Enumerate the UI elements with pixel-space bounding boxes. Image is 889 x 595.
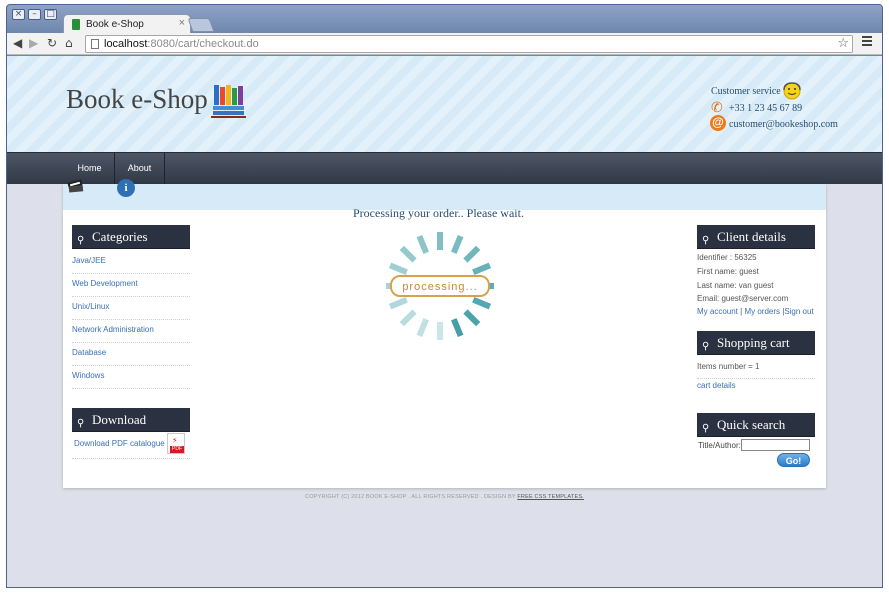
new-tab-button[interactable] bbox=[187, 18, 215, 32]
footer-copyright: COPYRIGHT (C) 2012 BOOK E-SHOP . ALL RIG… bbox=[305, 494, 518, 500]
category-item[interactable]: Windows bbox=[72, 366, 190, 389]
footer-design-link[interactable]: FREE CSS TEMPLATES. bbox=[517, 494, 584, 500]
customer-service-smiley-icon bbox=[783, 82, 801, 100]
my-orders-link[interactable]: My orders bbox=[744, 307, 780, 316]
processing-title: Processing your order.. Please wait. bbox=[353, 206, 524, 220]
shopping-cart-header: ⚲ Shopping cart bbox=[697, 331, 815, 355]
browser-tab[interactable]: Book e-Shop × bbox=[63, 14, 191, 34]
client-last-name: Last name: van guest bbox=[697, 281, 774, 290]
category-item[interactable]: Web Development bbox=[72, 274, 190, 297]
window-close-button[interactable]: × bbox=[12, 9, 25, 20]
spinner-spoke bbox=[472, 297, 492, 310]
spinner-spoke bbox=[399, 309, 417, 327]
category-item[interactable]: Unix/Linux bbox=[72, 297, 190, 320]
back-arrow-icon[interactable]: ◀ bbox=[13, 36, 22, 50]
cart-separator bbox=[697, 378, 815, 379]
main-nav: Home About bbox=[7, 152, 882, 185]
window-minimize-button[interactable]: – bbox=[28, 9, 41, 20]
spinner-spoke bbox=[472, 262, 492, 275]
customer-service-email: customer@bookeshop.com bbox=[729, 119, 838, 130]
bookmark-star-icon[interactable]: ☆ bbox=[837, 36, 849, 51]
books-logo-icon bbox=[211, 85, 246, 118]
spinner-spoke bbox=[416, 234, 429, 254]
about-info-icon: i bbox=[117, 179, 135, 197]
box-header-bullet-icon: ⚲ bbox=[702, 235, 710, 246]
my-account-link[interactable]: My account bbox=[697, 307, 738, 316]
page-icon bbox=[91, 39, 99, 49]
cart-items-number: Items number = 1 bbox=[697, 362, 760, 371]
forward-arrow-icon[interactable]: ▶ bbox=[29, 36, 38, 50]
web-page: Book e-Shop Customer service ✆ +33 1 23 … bbox=[7, 56, 882, 587]
home-icon[interactable]: ⌂ bbox=[65, 36, 73, 50]
tab-title: Book e-Shop bbox=[86, 19, 144, 30]
client-identifier: Identifier : 56325 bbox=[697, 253, 757, 262]
spinner-spoke bbox=[463, 245, 481, 263]
window-maximize-button[interactable]: □ bbox=[44, 9, 57, 20]
category-item[interactable]: Java/JEE bbox=[72, 251, 190, 274]
download-item: Download PDF catalogue ⚡ PDF bbox=[72, 431, 190, 459]
customer-service-title: Customer service bbox=[711, 86, 781, 97]
spinner-spoke bbox=[451, 318, 464, 338]
content-panel: ⚲ Categories Java/JEE Web Development Un… bbox=[63, 184, 826, 488]
url-text: localhost:8080/cart/checkout.do bbox=[104, 38, 259, 50]
sign-out-link[interactable]: Sign out bbox=[784, 307, 813, 316]
spinner-label: processing... bbox=[402, 281, 477, 293]
download-pdf-link[interactable]: Download PDF catalogue bbox=[74, 439, 165, 448]
box-header-bullet-icon: ⚲ bbox=[702, 423, 710, 434]
spinner-spoke bbox=[399, 245, 417, 263]
spinner-spoke bbox=[388, 297, 408, 310]
home-books-icon bbox=[67, 179, 84, 193]
address-bar[interactable]: localhost:8080/cart/checkout.do ☆ bbox=[85, 35, 853, 53]
categories-header: ⚲ Categories bbox=[72, 225, 190, 249]
client-details-header: ⚲ Client details bbox=[697, 225, 815, 249]
client-email: Email: guest@server.com bbox=[697, 294, 789, 303]
category-item[interactable]: Network Administration bbox=[72, 320, 190, 343]
footer: COPYRIGHT (C) 2012 BOOK E-SHOP . ALL RIG… bbox=[7, 494, 882, 500]
spinner-spoke bbox=[463, 309, 481, 327]
book-favicon-icon bbox=[72, 19, 80, 30]
client-first-name: First name: guest bbox=[697, 267, 759, 276]
box-header-bullet-icon: ⚲ bbox=[77, 235, 85, 246]
quick-search-header: ⚲ Quick search bbox=[697, 413, 815, 437]
reload-icon[interactable]: ↻ bbox=[47, 36, 57, 50]
phone-icon: ✆ bbox=[711, 100, 723, 116]
spinner-spoke bbox=[451, 234, 464, 254]
browser-toolbar: ◀ ▶ ↻ ⌂ localhost:8080/cart/checkout.do … bbox=[7, 33, 882, 55]
customer-service-phone: +33 1 23 45 67 89 bbox=[729, 103, 803, 114]
go-button[interactable]: Go! bbox=[777, 453, 810, 467]
cart-details-link[interactable]: cart details bbox=[697, 381, 736, 390]
browser-window: × – □ Book e-Shop × ◀ ▶ ↻ ⌂ localhost:80… bbox=[6, 4, 883, 588]
processing-spinner: processing... bbox=[386, 232, 494, 340]
category-item[interactable]: Database bbox=[72, 343, 190, 366]
client-links: My account | My orders |Sign out bbox=[697, 307, 814, 316]
download-header: ⚲ Download bbox=[72, 408, 190, 432]
email-at-icon: @ bbox=[710, 115, 726, 131]
site-logo[interactable]: Book e-Shop bbox=[66, 84, 208, 115]
spinner-spoke bbox=[388, 262, 408, 275]
spinner-spoke bbox=[416, 318, 429, 338]
pdf-icon[interactable]: ⚡ PDF bbox=[167, 433, 185, 454]
site-header: Book e-Shop Customer service ✆ +33 1 23 … bbox=[7, 56, 882, 152]
browser-menu-icon[interactable] bbox=[862, 36, 872, 48]
tab-close-icon[interactable]: × bbox=[179, 17, 185, 29]
search-label: Title/Author: bbox=[698, 441, 741, 450]
title-bar: × – □ Book e-Shop × bbox=[7, 5, 882, 34]
search-input[interactable] bbox=[741, 439, 810, 451]
box-header-bullet-icon: ⚲ bbox=[702, 341, 710, 352]
